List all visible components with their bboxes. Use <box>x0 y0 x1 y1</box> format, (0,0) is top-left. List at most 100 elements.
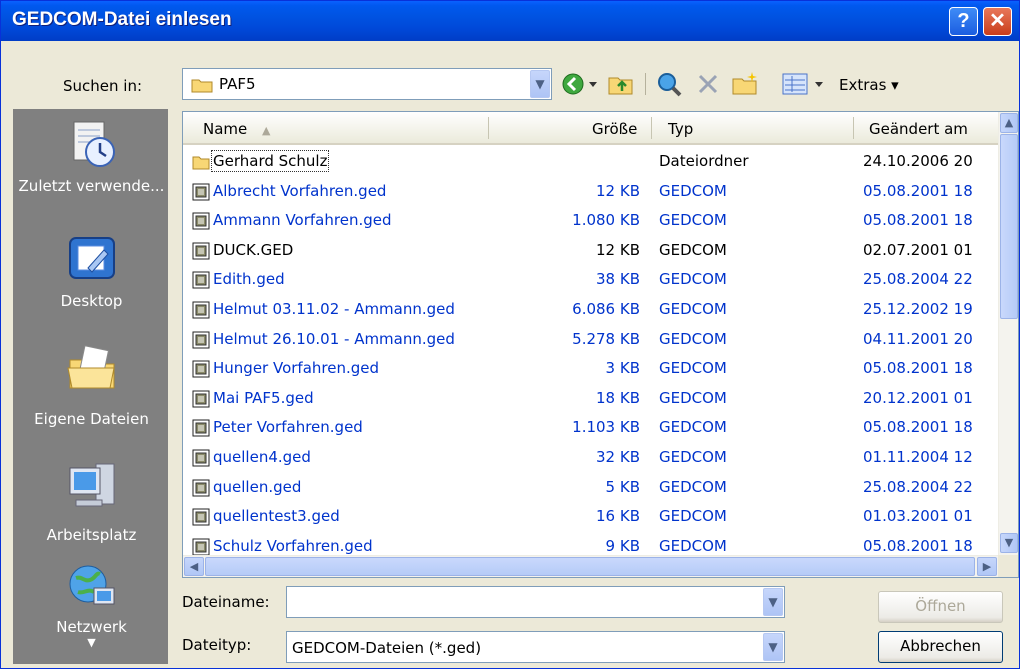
file-row[interactable]: Hunger Vorfahren.ged 3 KB GEDCOM 05.08.2001… <box>183 354 998 383</box>
place-my-computer[interactable]: Arbeitsplatz <box>14 460 169 550</box>
title-bar[interactable]: GEDCOM-Datei einlesen ? ✕ <box>1 1 1019 41</box>
file-size: 1.080 KB <box>572 211 640 230</box>
file-size: 6.086 KB <box>572 300 640 318</box>
file-type: GEDCOM <box>659 418 727 437</box>
filetype-value: GEDCOM-Dateien (*.ged) <box>292 639 482 657</box>
new-folder-icon[interactable] <box>731 71 759 97</box>
gedcom-file-icon <box>192 360 210 378</box>
folder-row[interactable]: Gerhard Schulz Dateiordner 24.10.2006 20 <box>183 147 998 176</box>
file-type: GEDCOM <box>659 181 727 200</box>
open-button[interactable]: Öffnen <box>878 591 1003 623</box>
file-size: 3 KB <box>605 359 640 378</box>
chevron-down-icon[interactable]: ▼ <box>530 70 550 98</box>
help-button[interactable]: ? <box>949 7 978 36</box>
close-button[interactable]: ✕ <box>983 7 1012 36</box>
vertical-scroll-thumb[interactable] <box>1000 134 1018 319</box>
gedcom-file-icon <box>192 449 210 467</box>
scroll-up-icon[interactable]: ▲ <box>1000 113 1018 133</box>
horizontal-scroll-thumb[interactable] <box>205 557 975 576</box>
file-row[interactable]: quellen4.ged 32 KB GEDCOM 01.11.2004 12 <box>183 443 998 472</box>
scroll-right-icon[interactable]: ▶ <box>977 557 997 576</box>
column-header-row: Name ▲ Größe Typ Geändert am <box>183 112 1018 145</box>
scrollbar-corner <box>998 555 1018 577</box>
filetype-dropdown[interactable]: GEDCOM-Dateien (*.ged) ▼ <box>286 631 785 663</box>
cancel-button[interactable]: Abbrechen <box>878 631 1003 663</box>
network-icon <box>69 565 115 605</box>
file-list[interactable]: Name ▲ Größe Typ Geändert am Gerhard Sch… <box>182 111 1019 578</box>
file-modified: 04.11.2001 20 <box>863 329 973 348</box>
file-type: GEDCOM <box>659 359 727 378</box>
file-row[interactable]: Albrecht Vorfahren.ged 12 KB GEDCOM 05.08.2… <box>183 177 998 206</box>
file-name: quellen4.ged <box>213 448 311 466</box>
file-size: 12 KB <box>596 181 640 200</box>
lookin-label: Suchen in: <box>63 77 143 95</box>
gedcom-file-icon <box>192 271 210 289</box>
file-type: GEDCOM <box>659 507 727 526</box>
file-type: GEDCOM <box>659 270 727 289</box>
file-size: 12 KB <box>596 240 640 259</box>
file-name: DUCK.GED <box>213 240 294 259</box>
file-modified: 05.08.2001 18 <box>863 211 973 230</box>
back-icon[interactable] <box>561 71 599 97</box>
place-network[interactable]: Netzwerk ▼ <box>14 562 169 662</box>
search-web-icon[interactable] <box>655 71 683 97</box>
extras-menu[interactable]: Extras ▾ <box>839 76 899 94</box>
folder-icon <box>192 153 210 171</box>
column-header-type[interactable]: Typ <box>668 120 693 138</box>
file-modified: 20.12.2001 01 <box>863 388 973 407</box>
scroll-left-icon[interactable]: ◀ <box>184 557 204 576</box>
file-type: GEDCOM <box>659 536 727 555</box>
file-type: GEDCOM <box>659 240 727 259</box>
file-modified: 02.07.2001 01 <box>863 240 973 259</box>
file-row[interactable]: Edith.ged 38 KB GEDCOM 25.08.2004 22 <box>183 265 998 294</box>
file-name: Albrecht Vorfahren.ged <box>213 181 387 200</box>
file-name: quellentest3.ged <box>213 507 340 526</box>
gedcom-file-icon <box>192 479 210 497</box>
up-folder-icon[interactable] <box>607 71 635 97</box>
file-name: Mai PAF5.ged <box>213 388 314 407</box>
horizontal-scrollbar[interactable]: ◀ ▶ <box>183 555 998 577</box>
filename-field[interactable]: ▼ <box>286 586 785 618</box>
file-row[interactable]: Peter Vorfahren.ged 1.103 KB GEDCOM 05.08.2… <box>183 413 998 442</box>
file-row[interactable]: DUCK.GED 12 KB GEDCOM 02.07.2001 01 <box>183 236 998 265</box>
file-row[interactable]: quellen.ged 5 KB GEDCOM 25.08.2004 22 <box>183 473 998 502</box>
place-my-documents[interactable]: Eigene Dateien <box>14 342 169 432</box>
chevron-down-icon[interactable]: ▼ <box>763 633 783 661</box>
file-type: GEDCOM <box>659 211 727 230</box>
folder-icon <box>191 79 213 93</box>
my-computer-icon <box>69 463 115 507</box>
places-scroll-down-icon[interactable]: ▼ <box>14 636 169 649</box>
place-desktop[interactable]: Desktop <box>14 230 169 320</box>
chevron-down-icon[interactable]: ▼ <box>763 588 783 616</box>
places-bar: Zuletzt verwende... Desktop Eigene Datei… <box>13 109 168 664</box>
file-name: Hunger Vorfahren.ged <box>213 359 380 378</box>
column-header-modified[interactable]: Geändert am <box>869 120 968 138</box>
gedcom-file-icon <box>192 212 210 230</box>
vertical-scrollbar[interactable]: ▲ ▼ <box>998 112 1018 555</box>
delete-icon[interactable] <box>695 71 721 97</box>
scroll-down-icon[interactable]: ▼ <box>1000 533 1018 553</box>
file-row[interactable]: Helmut 03.11.02 - Ammann.ged 6.086 KB GEDC… <box>183 295 998 324</box>
file-modified: 05.08.2001 18 <box>863 181 973 200</box>
column-header-size[interactable]: Größe <box>592 120 637 138</box>
place-network-label: Netzwerk <box>56 618 127 636</box>
file-row[interactable]: Ammann Vorfahren.ged 1.080 KB GEDCOM 05.08.… <box>183 206 998 235</box>
column-header-name[interactable]: Name ▲ <box>203 120 271 138</box>
place-recent[interactable]: Zuletzt verwende... <box>14 118 169 228</box>
my-documents-icon <box>67 345 115 389</box>
filename-label: Dateiname: <box>182 593 270 611</box>
view-menu-icon[interactable] <box>781 71 829 97</box>
file-row[interactable]: Mai PAF5.ged 18 KB GEDCOM 20.12.2001 01 <box>183 384 998 413</box>
file-name: Ammann Vorfahren.ged <box>213 211 392 230</box>
file-type: GEDCOM <box>659 329 727 348</box>
file-row[interactable]: quellentest3.ged 16 KB GEDCOM 01.03.2001 01 <box>183 502 998 531</box>
file-modified: 05.08.2001 18 <box>863 359 973 378</box>
file-size: 18 KB <box>596 388 640 407</box>
file-modified: 25.12.2002 19 <box>863 300 973 318</box>
file-modified: 01.11.2004 12 <box>863 448 973 466</box>
place-my-computer-label: Arbeitsplatz <box>46 526 137 544</box>
file-row[interactable]: Helmut 26.10.01 - Ammann.ged 5.278 KB GEDC… <box>183 325 998 354</box>
lookin-dropdown[interactable]: PAF5 ▼ <box>182 68 552 100</box>
file-name: Peter Vorfahren.ged <box>213 418 363 437</box>
file-size: 5.278 KB <box>572 329 640 348</box>
